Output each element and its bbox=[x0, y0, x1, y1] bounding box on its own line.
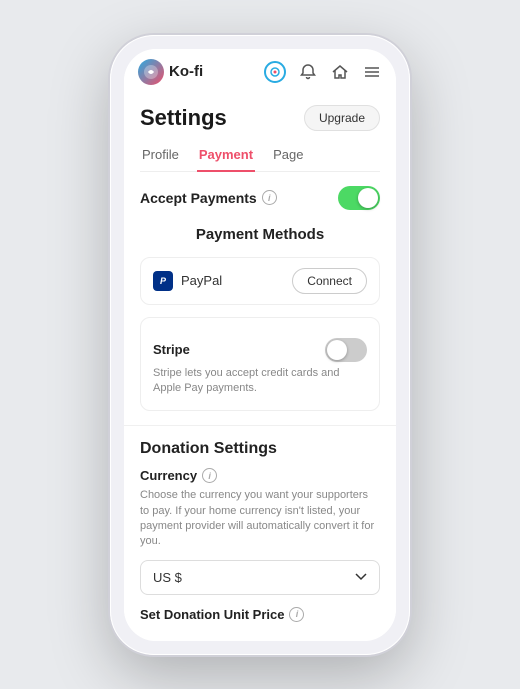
set-donation-unit-price-row: Set Donation Unit Price i bbox=[140, 607, 380, 622]
payment-methods-title: Payment Methods bbox=[140, 226, 380, 243]
bell-icon[interactable] bbox=[298, 62, 318, 82]
content-area: Settings Upgrade Profile Payment Page Ac… bbox=[124, 93, 396, 641]
accept-payments-row: Accept Payments i bbox=[140, 186, 380, 210]
payment-methods-section: Payment Methods P PayPal Connect Stripe bbox=[140, 226, 380, 412]
stripe-label: Stripe bbox=[153, 342, 190, 357]
stripe-toggle-knob bbox=[327, 340, 347, 360]
currency-description: Choose the currency you want your suppor… bbox=[140, 488, 380, 550]
tab-payment[interactable]: Payment bbox=[197, 141, 255, 172]
stripe-row: Stripe bbox=[153, 338, 367, 362]
stripe-card: Stripe Stripe lets you accept credit car… bbox=[140, 317, 380, 412]
logo-area: Ko-fi bbox=[138, 59, 256, 85]
paypal-label: PayPal bbox=[181, 273, 222, 288]
stripe-description: Stripe lets you accept credit cards and … bbox=[153, 366, 367, 397]
circle-nav-icon[interactable] bbox=[264, 61, 286, 83]
paypal-row: P PayPal Connect bbox=[153, 268, 367, 294]
set-donation-info-icon[interactable]: i bbox=[289, 607, 304, 622]
set-donation-unit-price-label: Set Donation Unit Price bbox=[140, 607, 284, 622]
stripe-section: Stripe Stripe lets you accept credit car… bbox=[153, 328, 367, 401]
stripe-toggle[interactable] bbox=[325, 338, 367, 362]
tabs-container: Profile Payment Page bbox=[140, 141, 380, 172]
currency-label-text: Currency bbox=[140, 468, 197, 483]
accept-payments-toggle[interactable] bbox=[338, 186, 380, 210]
paypal-connect-button[interactable]: Connect bbox=[292, 268, 367, 294]
tab-profile[interactable]: Profile bbox=[140, 141, 181, 172]
menu-icon[interactable] bbox=[362, 62, 382, 82]
app-logo-icon[interactable] bbox=[138, 59, 164, 85]
phone-shell: Ko-fi bbox=[110, 35, 410, 655]
accept-payments-info-icon[interactable]: i bbox=[262, 190, 277, 205]
section-divider bbox=[124, 425, 396, 426]
paypal-left: P PayPal bbox=[153, 271, 222, 291]
currency-label-row: Currency i bbox=[140, 468, 380, 483]
donation-settings-title: Donation Settings bbox=[140, 440, 380, 458]
tab-page[interactable]: Page bbox=[271, 141, 305, 172]
accept-payments-text: Accept Payments bbox=[140, 190, 257, 206]
currency-info-icon[interactable]: i bbox=[202, 468, 217, 483]
paypal-card: P PayPal Connect bbox=[140, 257, 380, 305]
settings-header: Settings Upgrade bbox=[140, 105, 380, 131]
app-name: Ko-fi bbox=[169, 63, 203, 80]
accept-payments-label: Accept Payments i bbox=[140, 190, 277, 206]
donation-settings-section: Donation Settings Currency i Choose the … bbox=[140, 440, 380, 622]
paypal-logo-icon: P bbox=[153, 271, 173, 291]
home-icon[interactable] bbox=[330, 62, 350, 82]
upgrade-button[interactable]: Upgrade bbox=[304, 105, 380, 131]
page-title: Settings bbox=[140, 105, 227, 131]
currency-select[interactable]: US $ EUR € GBP £ CAD $ AUD $ bbox=[140, 560, 380, 595]
nav-icons bbox=[264, 61, 382, 83]
phone-inner: Ko-fi bbox=[124, 49, 396, 641]
top-nav: Ko-fi bbox=[124, 49, 396, 93]
toggle-knob bbox=[358, 188, 378, 208]
